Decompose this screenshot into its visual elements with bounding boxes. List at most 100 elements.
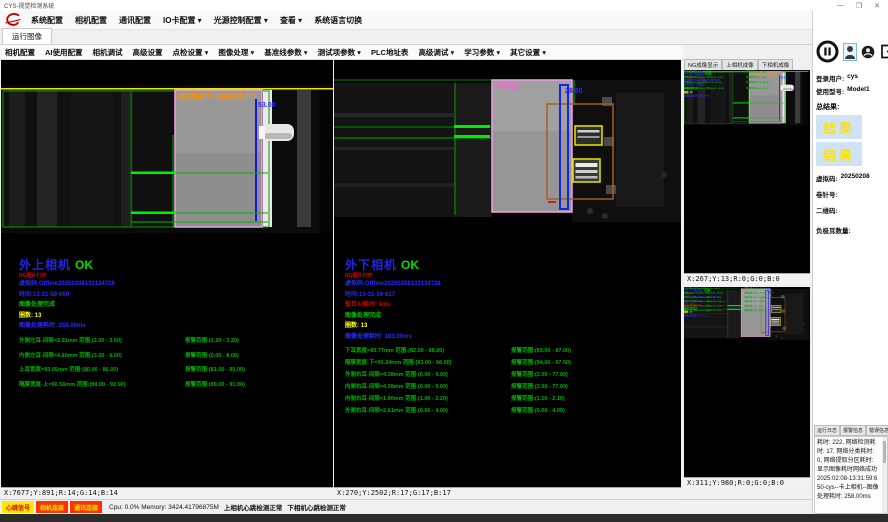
model-value: Model1 bbox=[847, 86, 869, 96]
measurement-row: 隔膜宽度-下=95.24mm 范围:(93.00 - 98.00) 报警范围:(… bbox=[345, 358, 571, 370]
maximize-button[interactable]: ❐ bbox=[856, 2, 862, 10]
status-bar: 心跳信号 相机连接 通讯连接 Cpu: 0.0% Memory: 3424.41… bbox=[0, 499, 812, 514]
measurement-row: 内侧右耳-间隙=1.90mm 范围:(1.00 - 2.20) 报警范围:(1.… bbox=[345, 394, 571, 406]
result-box-lower: 结果 bbox=[816, 142, 862, 166]
toolbar-item[interactable]: 学习参数 ▾ bbox=[459, 46, 505, 59]
menu-item[interactable]: IO卡配置 ▾ bbox=[157, 13, 208, 28]
log-tab[interactable]: 运行日志 bbox=[814, 425, 840, 436]
measurement-alarm-range: 报警范围:(83.00 - 87.00) bbox=[511, 346, 571, 358]
window-title: CYS-视觉检测系统 bbox=[4, 1, 54, 10]
measurement-alarm-range: 报警范围:(2.00 - 77.00) bbox=[511, 370, 568, 382]
menu-item[interactable]: 系统配置 bbox=[25, 13, 69, 28]
measurement-value: 内侧右耳-间隙=4.38mm 范围:(0.00 - 9.00) bbox=[345, 382, 497, 394]
measurement-row: 隔膜宽度-上=90.56mm 范围:(88.00 - 92.00) 报警范围:(… bbox=[19, 380, 245, 395]
measurement-alarm-range: 报警范围:(2.00 - 77.00) bbox=[511, 382, 568, 394]
thumbnail-upper-camera[interactable]: 固定阈值:93, 动态阈值:100 53.08 外上相机OK NG图片打 bbox=[684, 70, 810, 273]
measurement-alarm-range: 报警范围:(0.60 - 4.00) bbox=[744, 309, 763, 313]
minimize-button[interactable]: — bbox=[837, 2, 844, 10]
view-tab-row: 运行图像 bbox=[0, 30, 888, 45]
thumbnail-tab[interactable]: 上相机成像 bbox=[722, 59, 758, 70]
comm-connection-badge: 通讯连接 bbox=[70, 501, 102, 513]
measurement-alarm-range: 报警范围:(0.00 - 8.00) bbox=[185, 351, 239, 366]
elapsed-line: 图像处理耗时: 256.00ms bbox=[684, 94, 800, 98]
result-block-upper: 外上相机OK NG图片打开 虚拟码:Offline202502081331347… bbox=[19, 256, 329, 332]
toolbar-item[interactable]: 高级调试 ▾ bbox=[413, 46, 459, 59]
camera-name: 外下相机 bbox=[345, 258, 397, 272]
measurement-value: 外侧左耳-间隙=2.91mm 范围:(2.00 - 3.50) bbox=[19, 336, 171, 351]
close-button[interactable]: ✕ bbox=[874, 2, 880, 10]
app-window: CYS-视觉检测系统 — ❐ ✕ 系统配置相机配置通讯配置IO卡配置 ▾光源控制… bbox=[0, 0, 888, 514]
viewport-lower-camera[interactable]: AI检测区 28.80 外下相机OK bbox=[334, 60, 681, 487]
config-toolbar: 相机配置AI使用配置相机调试高级设置点检设置 ▾图像处理 ▾基准线参数 ▾测试项… bbox=[0, 45, 683, 60]
log-tab[interactable]: 报警信息 bbox=[840, 425, 866, 436]
ng-note: NG图片打开 bbox=[19, 272, 329, 279]
threshold-overlay-label: 固定阈值:93, 动态阈值:100 bbox=[178, 91, 256, 100]
thumbnail-tabs: NG成像显示上相机成像下相机成像 bbox=[684, 57, 810, 70]
total-result-label: 总结果: bbox=[816, 102, 885, 112]
measurement-value: 隔膜宽度-上=90.56mm 范围:(88.00 - 92.00) bbox=[19, 380, 171, 395]
viewport-upper-camera[interactable]: 固定阈值:93, 动态阈值:100 53.08 外上相机OK NG图片打 bbox=[1, 60, 333, 487]
measurement-row: 外侧右耳-间隙=4.38mm 范围:(0.00 - 9.00) 报警范围:(2.… bbox=[345, 370, 571, 382]
measurement-row: 上耳宽度=83.05mm 范围:(80.00 - 86.00) 报警范围:(81… bbox=[19, 365, 245, 380]
measure-overlay-value: 28.80 bbox=[565, 88, 583, 95]
measurement-list-upper: 外侧左耳-间隙=2.91mm 范围:(2.00 - 3.50) 报警范围:(2.… bbox=[684, 70, 769, 92]
camera-name: 外上相机 bbox=[19, 258, 71, 272]
measurement-value: 内侧左耳-间隙=4.60mm 范围:(3.00 - 6.00) bbox=[19, 351, 171, 366]
turns-line: 圈数: 13 bbox=[19, 311, 329, 322]
toolbar-item[interactable]: 图像处理 ▾ bbox=[213, 46, 259, 59]
toolbar-items: 相机配置AI使用配置相机调试高级设置点检设置 ▾图像处理 ▾基准线参数 ▾测试项… bbox=[0, 46, 551, 59]
heartbeat-badge: 心跳信号 bbox=[2, 501, 34, 513]
toolbar-item[interactable]: 其它设置 ▾ bbox=[505, 46, 551, 59]
qr-label: 二维码: bbox=[816, 205, 838, 215]
elapsed-line: 图像处理耗时: 256.00ms bbox=[19, 321, 329, 332]
measurement-row: 外侧左耳-间隙=2.91mm 范围:(2.00 - 3.50) 报警范围:(2.… bbox=[19, 336, 245, 351]
menu-item[interactable]: 光源控制配置 ▾ bbox=[208, 13, 274, 28]
result-block-lower: 外下相机OK NG图片打开 虚拟码:Offline202502081331347… bbox=[345, 256, 655, 342]
time-line: 时间:13-31-59-627 bbox=[345, 290, 655, 301]
toolbar-item[interactable]: 点检设置 ▾ bbox=[168, 46, 214, 59]
measurement-value: 外侧右耳-间隙=4.38mm 范围:(0.00 - 9.00) bbox=[345, 370, 497, 382]
cpu-memory-status: Cpu: 0.0% Memory: 3424.41796875M bbox=[109, 504, 219, 511]
menu-item[interactable]: 相机配置 bbox=[69, 13, 113, 28]
pixel-coords-lower: X:270;Y:2502;R:17;G:17;B:17 bbox=[334, 487, 681, 498]
measurement-row: 外侧右耳-间隙=2.61mm 范围:(0.60 - 4.00) 报警范围:(0.… bbox=[684, 309, 766, 313]
log-tabs: 运行日志报警信息错误信息 bbox=[814, 425, 888, 436]
account-button[interactable] bbox=[860, 44, 876, 60]
menu-item[interactable]: 查看 ▾ bbox=[274, 13, 308, 28]
status-ok: OK bbox=[75, 258, 93, 272]
ng-note: NG图片打开 bbox=[345, 272, 655, 279]
thumbnail-lower-camera[interactable]: AI检测区 28.80 外下相机OK bbox=[684, 287, 810, 477]
right-sidebar: 登录用户:cys 使用型号:Model1 总结果: 结果 结果 虚拟码:2025… bbox=[812, 11, 888, 514]
pause-button[interactable] bbox=[815, 39, 840, 64]
measurement-value: 内侧右耳-间隙=1.90mm 范围:(1.00 - 2.20) bbox=[345, 394, 497, 406]
measurement-alarm-range: 报警范围:(89.00 - 91.00) bbox=[185, 380, 245, 395]
menu-item[interactable]: 通讯配置 bbox=[113, 13, 157, 28]
login-user-value: cys bbox=[847, 73, 858, 83]
thumbnail-tab[interactable]: NG成像显示 bbox=[684, 59, 722, 70]
barcode-line: 虚拟码:Offline20250208133134728 bbox=[345, 279, 655, 290]
measurement-row: 隔膜宽度-上=90.56mm 范围:(88.00 - 92.00) 报警范围:(… bbox=[684, 86, 769, 91]
log-text: 耗时: 222, 网络检测耗时: 17, 网络分类耗时: 0, 网络提取分区耗时… bbox=[815, 437, 887, 504]
toolbar-item[interactable]: 基准线参数 ▾ bbox=[259, 46, 312, 59]
menu-items: 系统配置相机配置通讯配置IO卡配置 ▾光源控制配置 ▾查看 ▾系统语言切换 bbox=[25, 13, 368, 28]
tab-run-image[interactable]: 运行图像 bbox=[2, 28, 52, 44]
toolbar-item[interactable]: 相机调试 bbox=[88, 46, 128, 59]
toolbar-item[interactable]: 高级设置 bbox=[128, 46, 168, 59]
measurement-list-upper: 外侧左耳-间隙=2.91mm 范围:(2.00 - 3.50) 报警范围:(2.… bbox=[19, 336, 245, 394]
user-login-button[interactable] bbox=[843, 43, 857, 61]
toolbar-item[interactable]: 相机配置 bbox=[0, 46, 40, 59]
toolbar-item[interactable]: AI使用配置 bbox=[40, 46, 88, 59]
log-tab[interactable]: 错误信息 bbox=[866, 425, 888, 436]
menu-bar: 系统配置相机配置通讯配置IO卡配置 ▾光源控制配置 ▾查看 ▾系统语言切换 bbox=[0, 11, 888, 30]
camera-image-upper: 固定阈值:93, 动态阈值:100 53.08 bbox=[1, 85, 333, 233]
menu-item[interactable]: 系统语言切换 bbox=[308, 13, 368, 28]
thumbnail-tab[interactable]: 下相机成像 bbox=[758, 59, 794, 70]
toolbar-item[interactable]: 测试项参数 ▾ bbox=[313, 46, 366, 59]
vcode-label: 虚拟码: bbox=[816, 173, 838, 183]
toolbar-item[interactable]: PLC地址表 bbox=[366, 46, 414, 59]
done-line: 图像处理完成 bbox=[19, 300, 329, 311]
log-scrollbar[interactable] bbox=[882, 437, 887, 513]
measurement-alarm-range: 报警范围:(89.00 - 91.00) bbox=[746, 86, 768, 91]
logout-button[interactable] bbox=[879, 43, 888, 60]
pin-label: 卷针号: bbox=[816, 189, 838, 199]
